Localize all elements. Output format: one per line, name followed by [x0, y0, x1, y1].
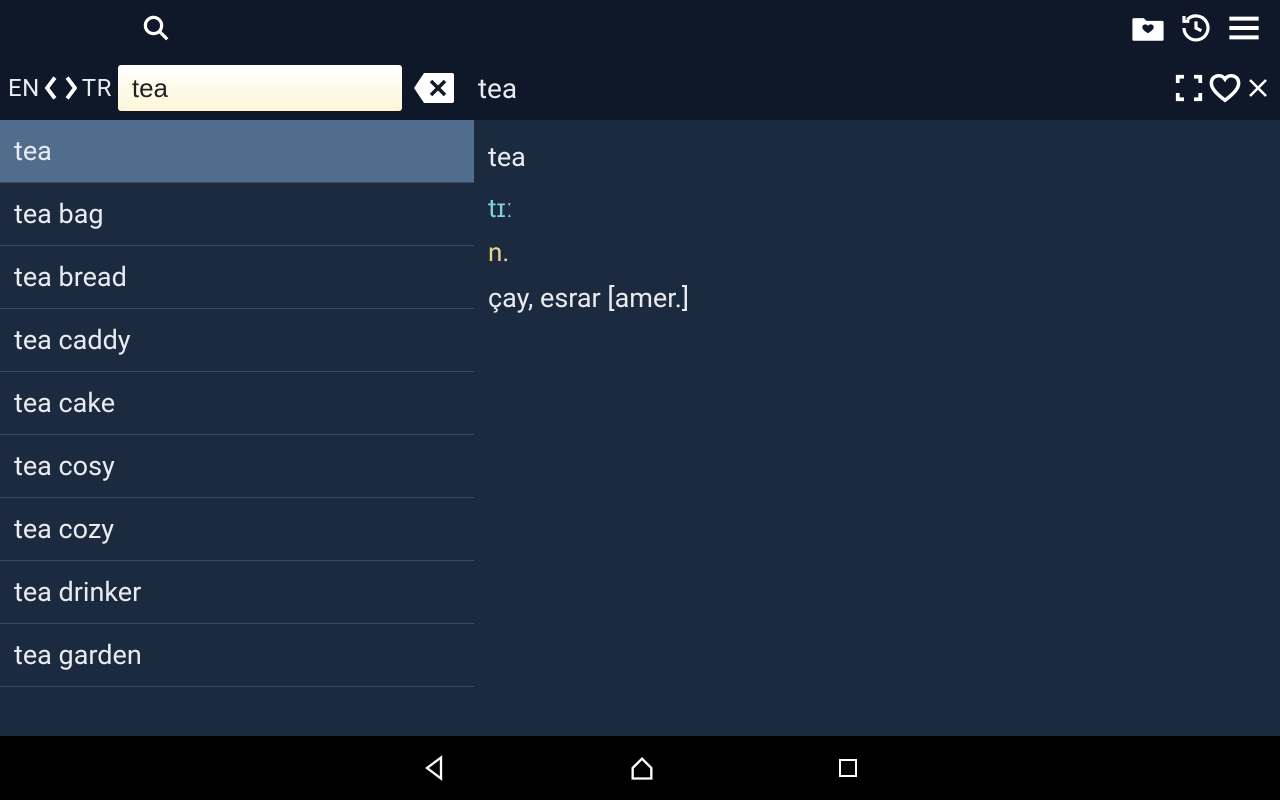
list-item[interactable]: tea caddy — [0, 309, 474, 372]
list-item[interactable]: tea cozy — [0, 498, 474, 561]
definition-panel: tea tɪː n. çay, esrar [amer.] — [474, 120, 1280, 736]
list-item[interactable]: tea bag — [0, 183, 474, 246]
chevron-left-icon — [42, 75, 60, 101]
list-item[interactable]: tea drinker — [0, 561, 474, 624]
content-area: teatea bagtea breadtea caddytea caketea … — [0, 120, 1280, 736]
close-icon[interactable] — [1246, 76, 1270, 100]
nav-back-button[interactable] — [420, 754, 448, 782]
top-toolbar — [0, 0, 1280, 56]
favorite-heart-icon[interactable] — [1208, 73, 1242, 103]
current-word-header: tea — [478, 72, 517, 105]
list-item[interactable]: tea bread — [0, 246, 474, 309]
list-item[interactable]: tea cosy — [0, 435, 474, 498]
search-bar: EN TR tea — [0, 56, 1280, 120]
list-item[interactable]: tea garden — [0, 624, 474, 687]
entry-definition: çay, esrar [amer.] — [488, 279, 1266, 318]
list-item[interactable]: tea cake — [0, 372, 474, 435]
fullscreen-icon[interactable] — [1174, 73, 1204, 103]
language-swap[interactable]: EN TR — [8, 74, 112, 102]
chevron-right-icon — [62, 75, 80, 101]
target-lang-label: TR — [82, 74, 112, 102]
clear-input-button[interactable] — [408, 66, 460, 110]
entry-pronunciation: tɪː — [488, 191, 1266, 229]
nav-home-button[interactable] — [628, 754, 656, 782]
favorites-folder-icon[interactable] — [1124, 4, 1172, 52]
list-item[interactable]: tea — [0, 120, 474, 183]
search-icon[interactable] — [132, 4, 180, 52]
entry-word: tea — [488, 138, 1266, 177]
history-icon[interactable] — [1172, 4, 1220, 52]
menu-icon[interactable] — [1220, 4, 1268, 52]
nav-recent-button[interactable] — [836, 756, 860, 780]
entry-part-of-speech: n. — [488, 235, 1266, 273]
suggestion-list[interactable]: teatea bagtea breadtea caddytea caketea … — [0, 120, 474, 736]
system-nav-bar — [0, 736, 1280, 800]
search-input[interactable] — [118, 65, 402, 111]
source-lang-label: EN — [8, 74, 40, 102]
